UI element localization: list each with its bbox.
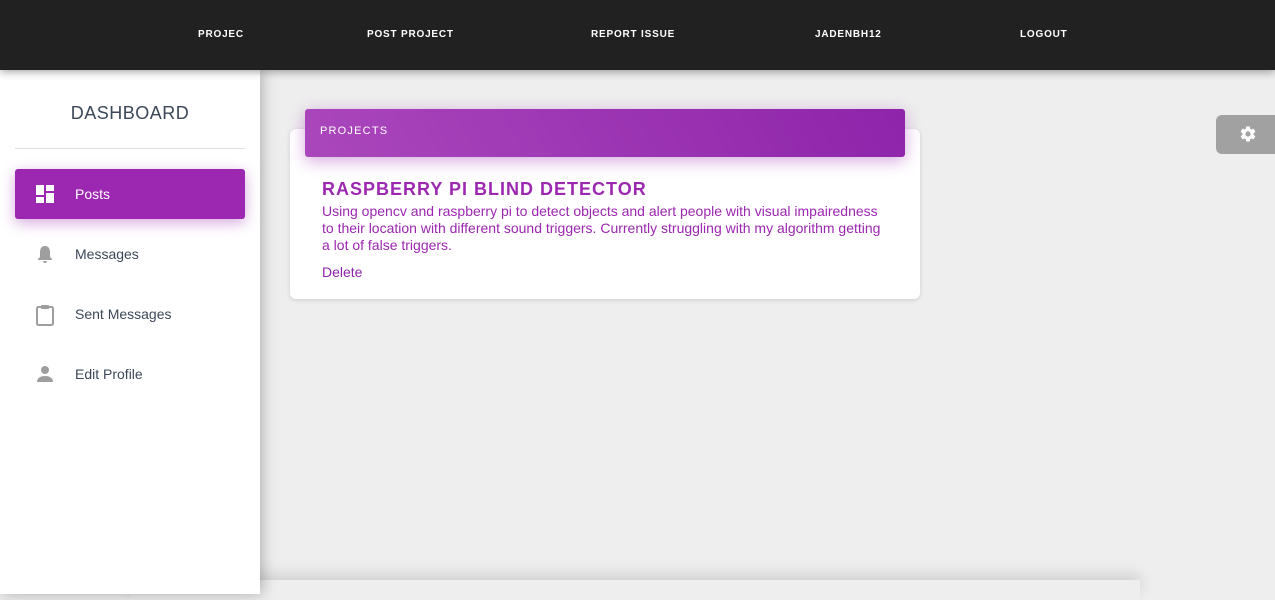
sidebar-item-edit-profile[interactable]: Edit Profile [15,349,245,399]
card-header-title: PROJECTS [320,125,389,137]
sidebar-item-messages[interactable]: Messages [15,229,245,279]
bell-icon [35,244,55,264]
sidebar-divider [15,148,245,149]
nav-link-report-issue[interactable]: REPORT ISSUE [591,0,675,70]
sidebar-item-posts[interactable]: Posts [15,169,245,219]
nav-link-projects[interactable]: PROJEC [198,0,244,70]
nav-link-user[interactable]: JADENBH12 [815,0,882,70]
project-description: Using opencv and raspberry pi to detect … [322,203,881,253]
sidebar-item-label: Messages [75,246,139,262]
sidebar-item-label: Sent Messages [75,306,172,322]
gear-icon [1239,125,1257,143]
person-icon [35,364,55,384]
footer-shadow [130,580,1140,600]
nav-link-logout[interactable]: LOGOUT [1020,0,1068,70]
top-navbar: PROJEC POST PROJECT REPORT ISSUE JADENBH… [0,0,1275,70]
clipboard-icon [35,304,55,326]
card-header: PROJECTS [305,109,905,157]
sidebar: DASHBOARD Posts Messages Sent Messages E… [0,70,260,594]
sidebar-item-sent-messages[interactable]: Sent Messages [15,289,245,339]
delete-link[interactable]: Delete [322,264,362,280]
nav-link-post-project[interactable]: POST PROJECT [367,0,454,70]
settings-button[interactable] [1216,115,1275,154]
sidebar-title: DASHBOARD [70,103,190,123]
dashboard-icon [35,184,55,204]
sidebar-item-label: Posts [75,186,111,202]
sidebar-item-label: Edit Profile [75,366,143,382]
project-title: RASPBERRY PI BLIND DETECTOR [322,179,647,199]
